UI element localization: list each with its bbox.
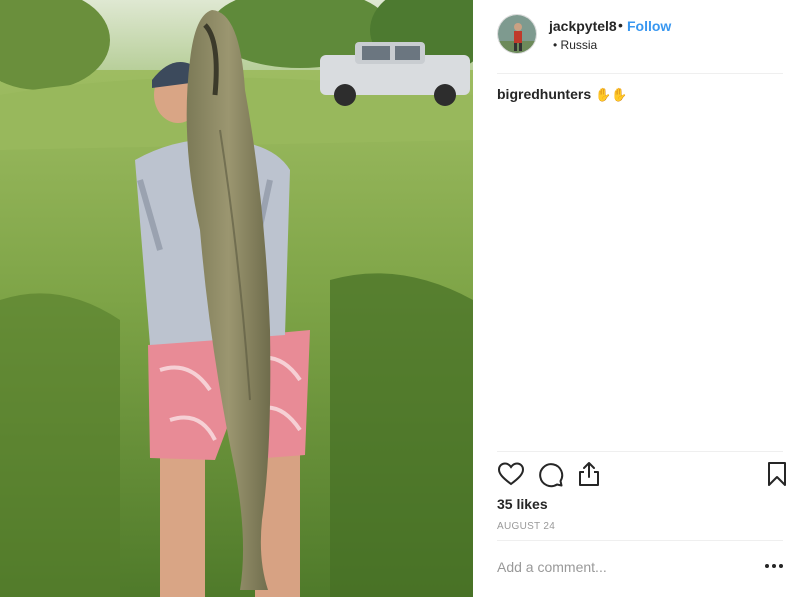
divider [497, 540, 783, 541]
heart-icon [497, 462, 525, 486]
username-link[interactable]: jackpytel8 [549, 18, 617, 34]
post-details-panel: jackpytel8 • Follow • Russia bigredhunte… [473, 0, 805, 597]
instagram-post: jackpytel8 • Follow • Russia bigredhunte… [0, 0, 805, 597]
divider [497, 451, 783, 452]
bookmark-icon [768, 462, 786, 486]
comment-icon [539, 463, 564, 488]
separator-dot: • [618, 17, 623, 33]
comment-button[interactable] [536, 460, 564, 488]
comment-input[interactable] [497, 552, 747, 582]
post-header: jackpytel8 • Follow • Russia [497, 14, 783, 74]
avatar[interactable] [497, 14, 537, 54]
share-button[interactable] [575, 460, 603, 488]
caption-emoji: ✋✋ [595, 87, 628, 102]
save-button[interactable] [763, 460, 791, 488]
action-bar [497, 460, 786, 490]
post-date: AUGUST 24 [497, 521, 556, 532]
more-options-button[interactable] [763, 556, 785, 576]
fisherman-with-gar-image [0, 0, 473, 597]
likes-count[interactable]: 35 likes [497, 496, 548, 512]
follow-button[interactable]: Follow [627, 18, 671, 34]
caption-username[interactable]: bigredhunters [497, 86, 591, 102]
avatar-image [498, 15, 536, 53]
share-icon [579, 462, 599, 486]
more-options-icon [765, 564, 783, 568]
post-photo[interactable] [0, 0, 473, 597]
like-button[interactable] [497, 460, 525, 488]
caption: bigredhunters ✋✋ [497, 86, 627, 103]
location-link[interactable]: • Russia [553, 38, 597, 52]
